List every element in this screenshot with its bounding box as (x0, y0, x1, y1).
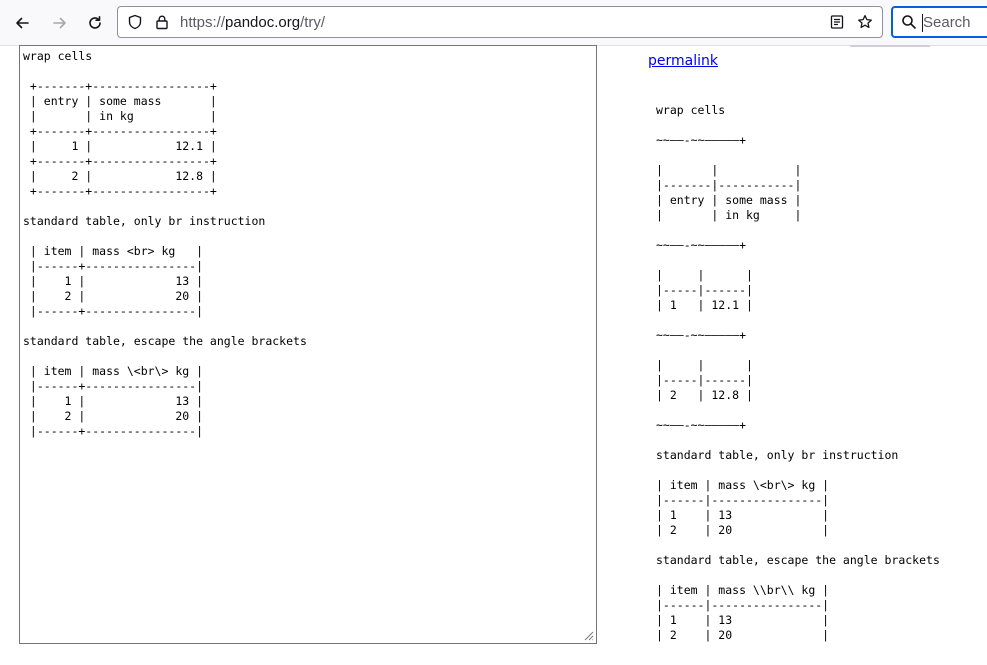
search-bar[interactable] (891, 6, 987, 38)
address-bar[interactable]: https://pandoc.org/try/ (117, 6, 883, 38)
output-pane: wrap cells ~~——-~~—————+ | | | |-------|… (656, 103, 987, 665)
url-scheme: https:// (180, 14, 226, 31)
forward-button[interactable] (46, 9, 74, 37)
input-textarea[interactable]: wrap cells +-------+-----------------+ |… (19, 45, 597, 644)
input-text: wrap cells +-------+-----------------+ |… (23, 49, 307, 438)
browser-toolbar: https://pandoc.org/try/ (0, 0, 987, 46)
url-path: /try/ (300, 14, 326, 31)
reload-icon (89, 16, 101, 29)
lock-icon[interactable] (154, 14, 170, 30)
reload-button[interactable] (81, 9, 109, 37)
permalink-link[interactable]: permalink (648, 53, 718, 69)
url-text[interactable]: https://pandoc.org/try/ (180, 14, 325, 31)
url-host: pandoc.org (225, 14, 301, 31)
control-edge (850, 45, 930, 47)
output-text: wrap cells ~~——-~~—————+ | | | |-------|… (656, 103, 940, 642)
back-button[interactable] (8, 9, 36, 37)
resize-grip-icon[interactable] (584, 631, 594, 641)
search-input[interactable] (923, 13, 987, 31)
star-icon[interactable] (857, 14, 873, 30)
arrow-left-icon (16, 17, 29, 29)
search-icon (902, 15, 916, 29)
shield-icon[interactable] (127, 14, 143, 30)
text-caret (922, 14, 923, 32)
arrow-right-icon (53, 17, 66, 29)
reader-view-icon[interactable] (829, 14, 845, 30)
